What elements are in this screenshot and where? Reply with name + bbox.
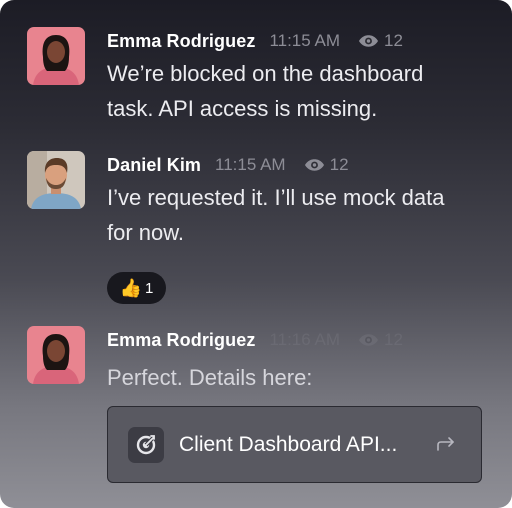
author-name[interactable]: Daniel Kim (107, 155, 201, 176)
message-text: Perfect. Details here: (107, 360, 497, 395)
message-text: We’re blocked on the dashboard task. API… (107, 56, 497, 126)
thumbs-up-icon: 👍 (119, 278, 143, 298)
view-count: 12 (358, 330, 403, 350)
avatar[interactable] (27, 27, 85, 85)
eye-icon (304, 159, 324, 171)
avatar-emma-icon (27, 27, 85, 85)
view-count-value: 12 (329, 155, 349, 174)
view-count-value: 12 (384, 330, 403, 349)
message-line: task. API access is missing. (107, 96, 378, 121)
timestamp: 11:16 AM (269, 330, 341, 349)
avatar-emma-icon (27, 326, 85, 384)
chat-panel: Emma Rodriguez 11:15 AM 12 We’re blocked… (0, 0, 512, 508)
avatar[interactable] (27, 326, 85, 384)
view-count-value: 12 (384, 31, 403, 50)
eye-icon (358, 334, 379, 346)
message-line: Perfect. Details here: (107, 365, 313, 390)
attachment-card[interactable]: Client Dashboard API... (107, 406, 482, 483)
reaction-chip[interactable]: 👍 1 (107, 272, 166, 304)
view-count: 12 (358, 31, 403, 51)
avatar[interactable] (27, 151, 85, 209)
avatar-daniel-icon (27, 151, 85, 209)
timestamp: 11:15 AM (215, 155, 286, 174)
author-name[interactable]: Emma Rodriguez (107, 330, 255, 351)
timestamp: 11:15 AM (269, 31, 341, 50)
target-icon (128, 427, 164, 463)
view-count: 12 (304, 155, 349, 175)
forward-arrow-icon[interactable] (435, 433, 457, 455)
eye-icon (358, 35, 379, 47)
reaction-count: 1 (145, 279, 154, 297)
message-line: for now. (107, 220, 185, 245)
message-line: I’ve requested it. I’ll use mock data (107, 185, 445, 210)
message-text: I’ve requested it. I’ll use mock data fo… (107, 180, 497, 250)
attachment-title[interactable]: Client Dashboard API... (179, 431, 397, 458)
message-line: We’re blocked on the dashboard (107, 61, 424, 86)
author-name[interactable]: Emma Rodriguez (107, 31, 255, 52)
